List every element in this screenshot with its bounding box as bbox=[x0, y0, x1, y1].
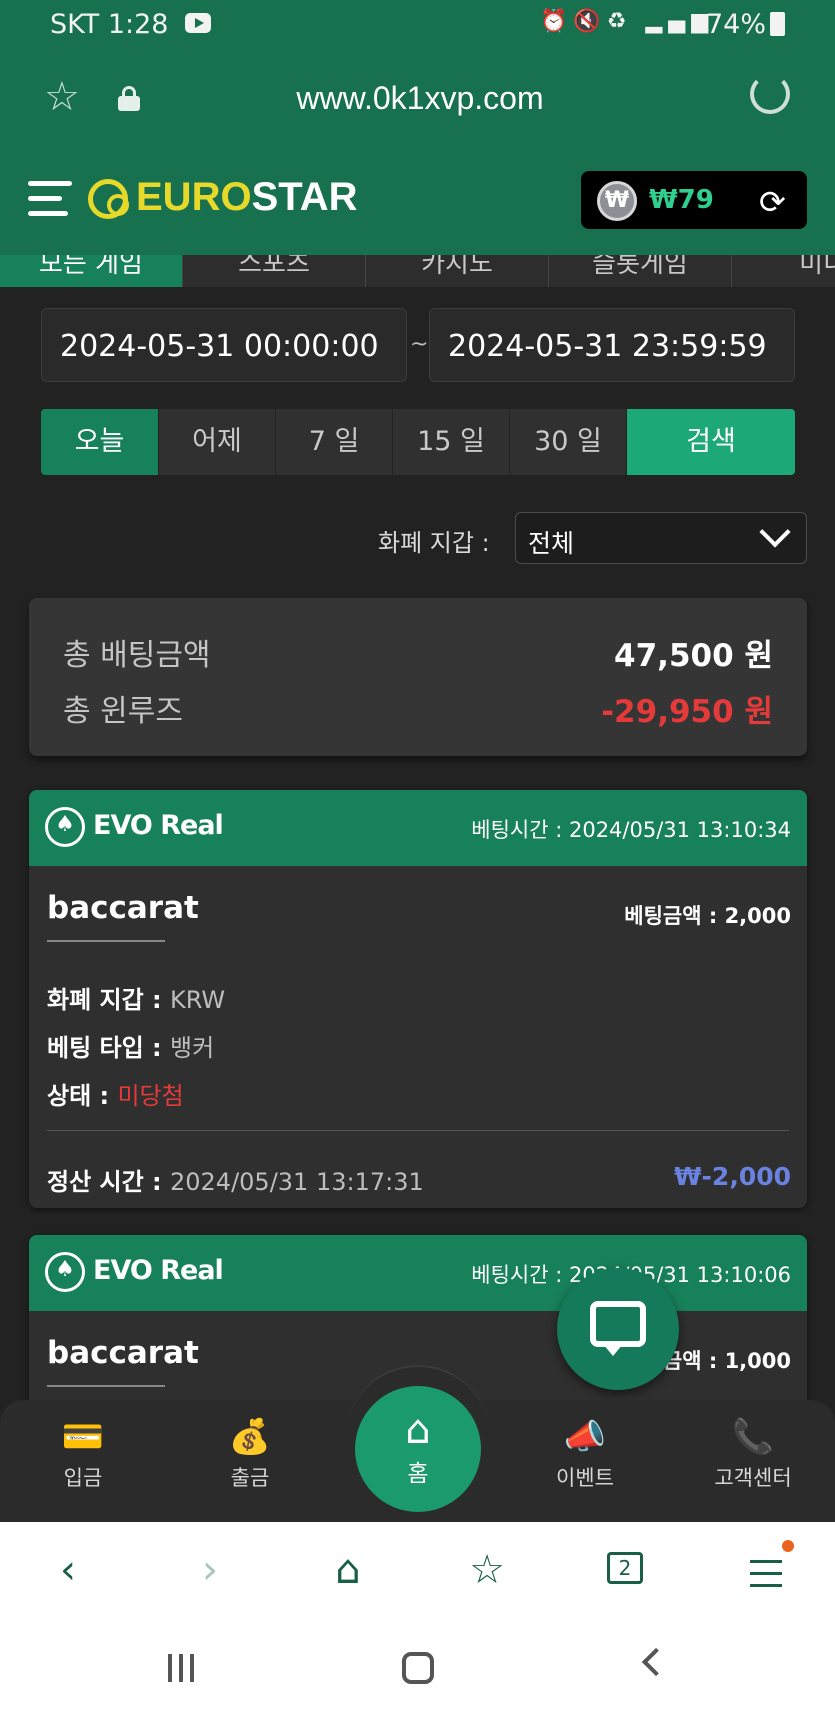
lock-icon[interactable] bbox=[118, 86, 140, 111]
won-coin-icon: ₩ bbox=[597, 181, 637, 221]
date-separator: ~ bbox=[410, 332, 429, 357]
nav-deposit-label: 입금 bbox=[63, 1466, 103, 1490]
support-24-icon: 📞 bbox=[731, 1417, 775, 1457]
tab-all-games[interactable]: 모든 게임 bbox=[0, 255, 183, 287]
search-button[interactable]: 검색 bbox=[627, 409, 795, 475]
period-yesterday-button[interactable]: 어제 bbox=[159, 409, 276, 475]
browser-home-icon[interactable]: ⌂ bbox=[318, 1548, 378, 1592]
battery-icon bbox=[770, 12, 785, 36]
bet-summary-panel: 총 배팅금액 47,500 원 총 윈루즈 -29,950 원 bbox=[29, 598, 807, 756]
bet-currency-label: 화폐 지갑 : bbox=[47, 986, 170, 1014]
nav-withdraw-label: 출금 bbox=[230, 1466, 270, 1490]
period-7d-button[interactable]: 7 일 bbox=[276, 409, 393, 475]
megaphone-icon: 📣 bbox=[563, 1417, 607, 1457]
youtube-icon bbox=[185, 13, 211, 33]
period-30d-button[interactable]: 30 일 bbox=[510, 409, 627, 475]
settle-time-label: 정산 시간 : bbox=[47, 1168, 170, 1196]
withdraw-icon: 💰 bbox=[228, 1417, 272, 1457]
nav-deposit[interactable]: 💳 입금 bbox=[18, 1416, 148, 1492]
logo-mark-icon bbox=[88, 179, 129, 219]
bet-game-name: baccarat bbox=[47, 1335, 199, 1371]
bet-amount: 금액 : 1,000 bbox=[662, 1349, 791, 1373]
period-15d-button[interactable]: 15 일 bbox=[393, 409, 510, 475]
hamburger-menu-icon[interactable] bbox=[28, 179, 72, 219]
forward-arrow-icon[interactable]: › bbox=[180, 1548, 240, 1592]
bet-status-value: 미당첨 bbox=[117, 1082, 184, 1110]
refresh-icon[interactable]: ⟳ bbox=[759, 183, 786, 221]
currency-filter-label: 화폐 지갑 : bbox=[378, 529, 490, 557]
start-date-input[interactable]: 2024-05-31 00:00:00 bbox=[41, 308, 407, 382]
bet-card-header: EVO Real 베팅시간 : 2024/05/31 13:10:06 bbox=[29, 1235, 807, 1311]
nav-home-label: 홈 bbox=[407, 1461, 429, 1487]
deposit-icon: 💳 bbox=[61, 1417, 105, 1457]
total-winloss-value: -29,950 원 bbox=[601, 694, 773, 730]
total-bet-value: 47,500 원 bbox=[614, 638, 773, 674]
browser-toolbar: ‹ › ⌂ ☆ 2 bbox=[0, 1522, 835, 1622]
status-icons: ⏰🔇♻ ▂▄▆ bbox=[540, 9, 715, 34]
bookmark-star-icon[interactable]: ☆ bbox=[44, 74, 80, 120]
live-chat-button[interactable] bbox=[557, 1268, 679, 1390]
status-time: SKT 1:28 bbox=[50, 9, 169, 40]
logo-text-euro: EURO bbox=[136, 175, 252, 219]
tab-casino[interactable]: 카지노 bbox=[366, 255, 549, 287]
tabs-count-icon[interactable]: 2 bbox=[607, 1552, 643, 1584]
tab-mini[interactable]: 미니 bbox=[732, 255, 835, 287]
bookmarks-icon[interactable]: ☆ bbox=[457, 1548, 517, 1592]
settle-time-value: 2024/05/31 13:17:31 bbox=[169, 1168, 424, 1196]
url-text[interactable]: www.0k1xvp.com bbox=[250, 80, 590, 117]
bet-type-label: 베팅 타입 : bbox=[47, 1034, 170, 1062]
wallet-amount: ₩79 bbox=[649, 185, 714, 215]
bet-provider: EVO Real bbox=[93, 810, 224, 841]
app-header: EUROSTAR ₩ ₩79 ⟳ bbox=[0, 145, 835, 255]
system-home-icon[interactable] bbox=[402, 1652, 434, 1684]
game-tabs: 모든 게임 스포츠 카지노 슬롯게임 미니 bbox=[0, 255, 835, 287]
bet-type-row: 베팅 타입 : 뱅커 bbox=[47, 1028, 214, 1063]
wallet-balance[interactable]: ₩ ₩79 ⟳ bbox=[581, 171, 807, 229]
bet-profit: ₩-2,000 bbox=[673, 1162, 791, 1191]
bet-type-value: 뱅커 bbox=[169, 1034, 215, 1062]
nav-event-label: 이벤트 bbox=[556, 1466, 614, 1490]
nav-event[interactable]: 📣 이벤트 bbox=[520, 1416, 650, 1492]
tab-sports[interactable]: 스포츠 bbox=[183, 255, 366, 287]
card-divider bbox=[47, 1130, 789, 1131]
system-back-icon[interactable] bbox=[641, 1647, 671, 1677]
currency-select[interactable]: 전체 bbox=[515, 512, 807, 564]
game-underline bbox=[47, 940, 165, 942]
bet-game-name: baccarat bbox=[47, 890, 199, 926]
bet-card-header: EVO Real 베팅시간 : 2024/05/31 13:10:34 bbox=[29, 790, 807, 866]
bet-currency-value: KRW bbox=[169, 986, 226, 1014]
nav-withdraw[interactable]: 💰 출금 bbox=[185, 1416, 315, 1492]
home-icon: ⌂ bbox=[405, 1407, 431, 1453]
currency-select-value: 전체 bbox=[528, 529, 575, 558]
period-today-button[interactable]: 오늘 bbox=[41, 409, 159, 475]
game-underline bbox=[47, 1385, 165, 1387]
bet-currency-row: 화폐 지갑 : KRW bbox=[47, 980, 225, 1015]
status-bar: SKT 1:28 ⏰🔇♻ ▂▄▆ 74% bbox=[0, 0, 835, 50]
chat-bubble-icon bbox=[590, 1301, 646, 1347]
bet-status-row: 상태 : 미당첨 bbox=[47, 1076, 184, 1111]
bet-provider: EVO Real bbox=[93, 1255, 224, 1286]
casino-chip-icon bbox=[45, 807, 85, 847]
bet-amount: 베팅금액 : 2,000 bbox=[624, 904, 791, 928]
total-bet-label: 총 배팅금액 bbox=[63, 638, 211, 673]
casino-chip-icon bbox=[45, 1252, 85, 1292]
nav-home-button[interactable]: ⌂ 홈 bbox=[355, 1386, 481, 1512]
chevron-down-icon bbox=[759, 516, 791, 548]
tab-slots[interactable]: 슬롯게임 bbox=[549, 255, 732, 287]
bet-card[interactable]: EVO Real 베팅시간 : 2024/05/31 13:10:34 bacc… bbox=[29, 790, 807, 1208]
total-winloss-label: 총 윈루즈 bbox=[63, 694, 183, 729]
browser-url-bar: ☆ www.0k1xvp.com bbox=[0, 50, 835, 145]
system-nav-bar bbox=[0, 1622, 835, 1717]
reload-icon[interactable] bbox=[750, 74, 790, 114]
back-arrow-icon[interactable]: ‹ bbox=[38, 1548, 98, 1592]
battery-percent: 74% bbox=[706, 9, 767, 40]
settle-time-row: 정산 시간 : 2024/05/31 13:17:31 bbox=[47, 1162, 424, 1197]
bet-status-label: 상태 : bbox=[47, 1082, 118, 1110]
nav-support-label: 고객센터 bbox=[714, 1466, 792, 1490]
end-date-input[interactable]: 2024-05-31 23:59:59 bbox=[429, 308, 795, 382]
nav-support[interactable]: 📞 고객센터 bbox=[688, 1416, 818, 1492]
logo-text-star: STAR bbox=[251, 175, 358, 219]
bet-time: 베팅시간 : 2024/05/31 13:10:34 bbox=[471, 818, 791, 842]
notification-dot bbox=[782, 1540, 794, 1552]
